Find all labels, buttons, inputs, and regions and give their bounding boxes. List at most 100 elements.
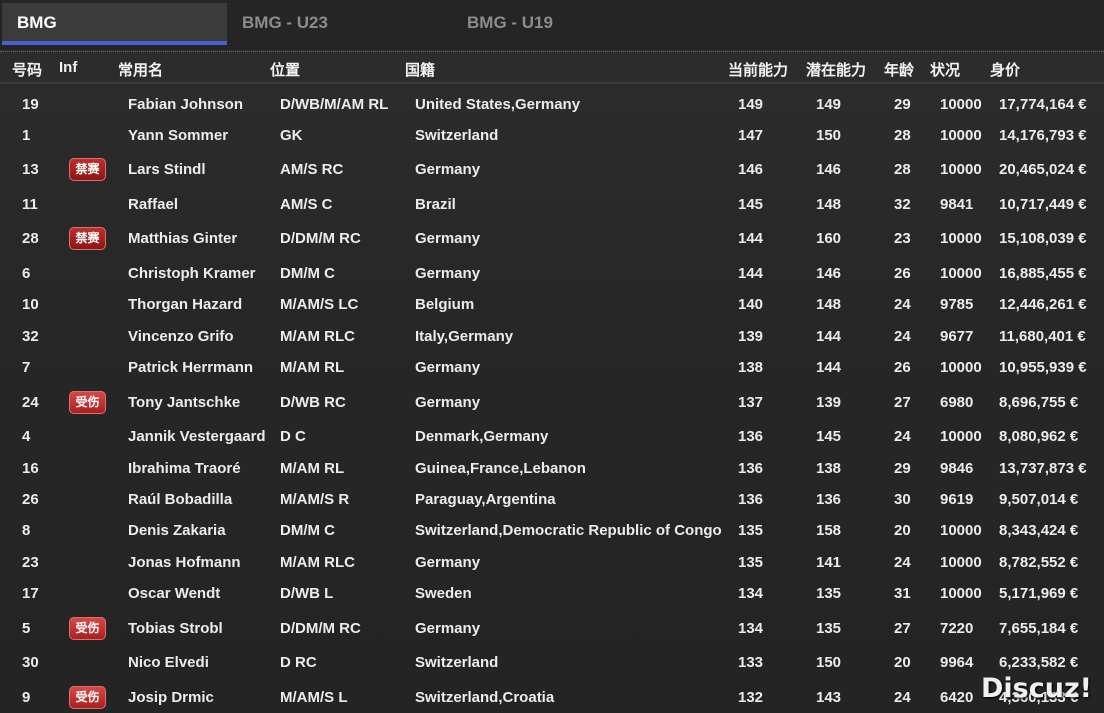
cell-number: 4: [22, 428, 31, 445]
table-row[interactable]: 10 Thorgan Hazard M/AM/S LC Belgium 140 148 24…: [0, 291, 1104, 322]
cell-nationality: Switzerland: [415, 654, 499, 671]
table-row[interactable]: 4 Jannik Vestergaard D C Denmark,Germany 136…: [0, 423, 1104, 454]
suspended-badge[interactable]: 禁赛: [69, 158, 106, 181]
cell-condition: 10000: [940, 161, 982, 178]
cell-pa: 141: [816, 554, 842, 571]
suspended-badge[interactable]: 禁赛: [69, 227, 106, 250]
cell-pa: 146: [816, 265, 842, 282]
table-row[interactable]: 17 Oscar Wendt D/WB L Sweden 134 135 31 10000 5,…: [0, 580, 1104, 611]
table-row[interactable]: 26 Raúl Bobadilla M/AM/S R Paraguay,Argenti…: [0, 486, 1104, 517]
cell-name: Christoph Kramer: [128, 265, 256, 282]
injury-badge[interactable]: 受伤: [69, 391, 106, 414]
cell-ca: 133: [738, 654, 764, 671]
cell-pa: 143: [816, 689, 842, 706]
cell-pa: 144: [816, 359, 842, 376]
cell-name: Thorgan Hazard: [128, 296, 243, 313]
cell-number: 16: [22, 460, 39, 477]
cell-nationality: Sweden: [415, 585, 472, 602]
cell-nationality: Switzerland: [415, 127, 499, 144]
cell-age: 28: [894, 127, 911, 144]
table-row[interactable]: 9 Josip Drmic M/AM/S L Switzerland,Croatia 1…: [0, 684, 1104, 713]
cell-condition: 10000: [940, 230, 982, 247]
cell-number: 24: [22, 394, 39, 411]
cell-position: DM/M C: [280, 265, 335, 282]
cell-number: 6: [22, 265, 31, 282]
cell-nationality: United States,Germany: [415, 96, 581, 113]
cell-number: 32: [22, 328, 39, 345]
cell-age: 28: [894, 161, 911, 178]
cell-age: 24: [894, 428, 911, 445]
table-row[interactable]: 24 Tony Jantschke D/WB RC Germany 137 139 27 69…: [0, 389, 1104, 420]
cell-nationality: Germany: [415, 230, 481, 247]
table-row[interactable]: 13 Lars Stindl AM/S RC Germany 146 146 28 10000…: [0, 156, 1104, 187]
injury-badge[interactable]: 受伤: [69, 686, 106, 709]
table-row[interactable]: 8 Denis Zakaria DM/M C Switzerland,Democrat…: [0, 517, 1104, 548]
cell-ca: 136: [738, 460, 764, 477]
watermark-logo: Discuz!: [981, 673, 1092, 704]
cell-age: 27: [894, 394, 911, 411]
cell-pa: 148: [816, 196, 842, 213]
cell-value: 5,171,969 €: [999, 585, 1079, 602]
cell-name: Tony Jantschke: [128, 394, 241, 411]
cell-pa: 146: [816, 161, 842, 178]
cell-pa: 150: [816, 127, 842, 144]
cell-condition: 9619: [940, 491, 974, 508]
cell-ca: 145: [738, 196, 764, 213]
cell-name: Matthias Ginter: [128, 230, 238, 247]
cell-nationality: Switzerland,Croatia: [415, 689, 555, 706]
cell-position: M/AM/S L: [280, 689, 348, 706]
cell-position: M/AM RLC: [280, 328, 355, 345]
cell-age: 20: [894, 522, 911, 539]
cell-name: Tobias Strobl: [128, 620, 223, 637]
table-row[interactable]: 32 Vincenzo Grifo M/AM RLC Italy,Germany 139…: [0, 323, 1104, 354]
cell-value: 17,774,164 €: [999, 96, 1087, 113]
cell-number: 23: [22, 554, 39, 571]
cell-condition: 9677: [940, 328, 974, 345]
cell-position: D/WB/M/AM RL: [280, 96, 389, 113]
cell-condition: 9964: [940, 654, 974, 671]
cell-ca: 136: [738, 428, 764, 445]
table-row[interactable]: 1 Yann Sommer GK Switzerland 147 150 28 10000 14…: [0, 122, 1104, 153]
cell-pa: 135: [816, 585, 842, 602]
cell-value: 10,955,939 €: [999, 359, 1087, 376]
cell-number: 11: [22, 196, 38, 213]
table-row[interactable]: 16 Ibrahima Traoré M/AM RL Guinea,France,Le…: [0, 455, 1104, 486]
cell-value: 20,465,024 €: [999, 161, 1087, 178]
cell-nationality: Germany: [415, 161, 481, 178]
cell-ca: 134: [738, 585, 764, 602]
cell-nationality: Germany: [415, 554, 481, 571]
cell-value: 12,446,261 €: [999, 296, 1087, 313]
cell-ca: 136: [738, 491, 764, 508]
cell-condition: 10000: [940, 522, 982, 539]
injury-badge[interactable]: 受伤: [69, 617, 106, 640]
table-row[interactable]: 6 Christoph Kramer DM/M C Germany 144 146 26 10…: [0, 260, 1104, 291]
cell-condition: 10000: [940, 96, 982, 113]
cell-name: Jannik Vestergaard: [128, 428, 266, 445]
cell-ca: 139: [738, 328, 764, 345]
table-row[interactable]: 30 Nico Elvedi D RC Switzerland 133 150 20 9964…: [0, 649, 1104, 680]
cell-condition: 10000: [940, 585, 982, 602]
cell-condition: 10000: [940, 428, 982, 445]
cell-pa: 135: [816, 620, 842, 637]
cell-name: Yann Sommer: [128, 127, 229, 144]
table-row[interactable]: 7 Patrick Herrmann M/AM RL Germany 138 144 26 1…: [0, 354, 1104, 385]
cell-age: 27: [894, 620, 911, 637]
cell-name: Raúl Bobadilla: [128, 491, 233, 508]
cell-ca: 137: [738, 394, 764, 411]
cell-age: 24: [894, 328, 911, 345]
cell-name: Jonas Hofmann: [128, 554, 241, 571]
table-row[interactable]: 28 Matthias Ginter D/DM/M RC Germany 144 160 2…: [0, 225, 1104, 256]
table-row[interactable]: 11 Raffael AM/S C Brazil 145 148 32 9841 10,717,…: [0, 191, 1104, 222]
table-row[interactable]: 5 Tobias Strobl D/DM/M RC Germany 134 135 27 72…: [0, 615, 1104, 646]
cell-age: 31: [894, 585, 911, 602]
cell-age: 20: [894, 654, 911, 671]
cell-name: Nico Elvedi: [128, 654, 209, 671]
cell-number: 7: [22, 359, 31, 376]
table-row[interactable]: 19 Fabian Johnson D/WB/M/AM RL United State…: [0, 91, 1104, 122]
cell-number: 8: [22, 522, 31, 539]
cell-name: Patrick Herrmann: [128, 359, 254, 376]
table-row[interactable]: 23 Jonas Hofmann M/AM RLC Germany 135 141 24 10…: [0, 549, 1104, 580]
cell-nationality: Germany: [415, 394, 481, 411]
cell-position: M/AM RLC: [280, 554, 355, 571]
squad-view: BMG BMG - U23 BMG - U19 号码 Inf 常用名 位置 国籍…: [0, 0, 1104, 713]
